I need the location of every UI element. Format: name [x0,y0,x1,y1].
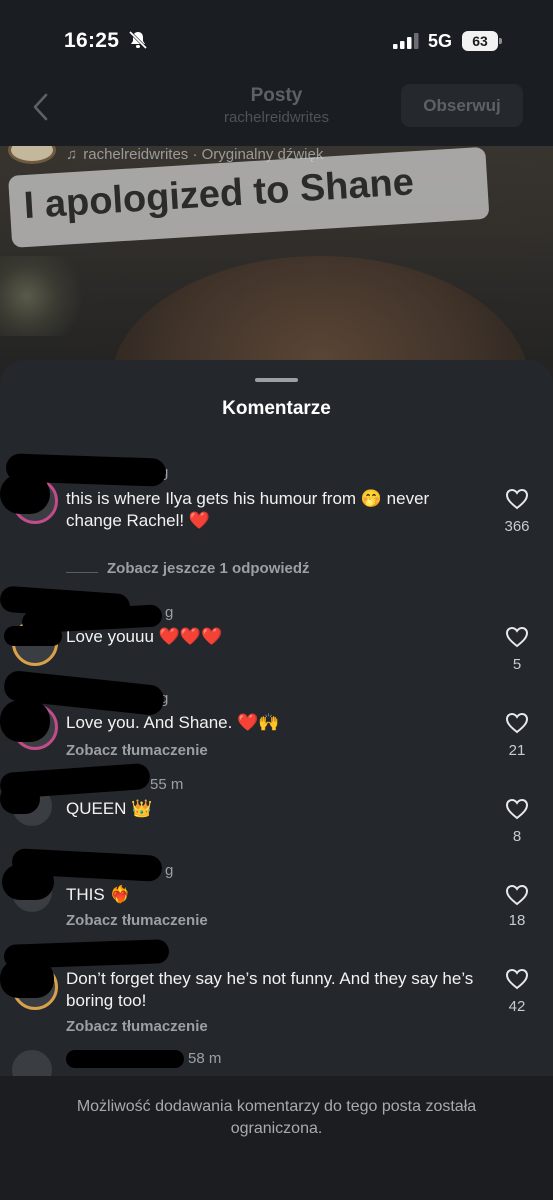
comment-meta: g [165,862,174,879]
top-nav: Posty rachelreidwrites Obserwuj [0,80,553,146]
comment-meta: 55 m [150,776,184,793]
restricted-notice: Możliwość dodawania komentarzy do tego p… [76,1098,477,1137]
replies-divider [66,572,98,573]
heart-outline-icon[interactable] [505,712,529,734]
battery-icon: 63 [462,31,502,51]
heart-outline-icon[interactable] [505,626,529,648]
comment-meta: 58 m [188,1050,222,1067]
redaction [4,626,62,646]
status-bar: 16:25 5G 63 [0,0,553,80]
network-label: 5G [428,31,453,51]
redaction [0,784,40,814]
redaction [0,474,50,514]
sheet-drag-handle[interactable] [255,378,298,382]
sheet-title: Komentarze [222,398,331,419]
like-count: 8 [512,828,522,845]
comment-text: Don’t forget they say he’s not funny. An… [66,969,474,1010]
redaction [0,700,50,742]
like-count: 366 [504,518,530,535]
view-replies-link[interactable]: Zobacz jeszcze 1 odpowiedź [107,560,310,577]
follow-button[interactable]: Obserwuj [401,84,523,127]
heart-outline-icon[interactable] [505,488,529,510]
video-preview[interactable]: ♫ rachelreidwrites · Oryginalny dźwięk I … [0,146,553,386]
heart-outline-icon[interactable] [505,798,529,820]
like-count: 42 [508,998,526,1015]
like-count: 21 [508,742,526,759]
comment-text: this is where Ilya gets his humour from … [66,489,430,530]
comments-sheet: Komentarze g this is where Ilya gets his… [0,360,553,1200]
comments-restricted-footer: Możliwość dodawania komentarzy do tego p… [0,1076,553,1200]
like-count: 5 [512,656,522,673]
music-note-icon: ♫ [66,146,78,163]
video-caption-text: I apologized to Shane [22,161,415,228]
like-count: 18 [508,912,526,929]
comment-text: Love youuu ❤️❤️❤️ [66,627,223,646]
comment-text: THIS ❤️‍🔥 [66,885,131,904]
signal-icon [393,33,419,49]
comment-text: QUEEN 👑 [66,799,153,818]
comment-text: Love you. And Shane. ❤️🙌 [66,713,280,732]
see-translation-link[interactable]: Zobacz tłumaczenie [66,1018,208,1035]
redaction [2,864,54,900]
heart-outline-icon[interactable] [505,884,529,906]
see-translation-link[interactable]: Zobacz tłumaczenie [66,742,208,759]
see-translation-link[interactable]: Zobacz tłumaczenie [66,912,208,929]
bell-muted-icon [128,30,148,50]
redaction [66,1050,184,1068]
status-time: 16:25 [64,29,120,52]
redaction [0,960,54,998]
heart-outline-icon[interactable] [505,968,529,990]
video-light [0,256,90,336]
battery-level: 63 [462,31,498,51]
